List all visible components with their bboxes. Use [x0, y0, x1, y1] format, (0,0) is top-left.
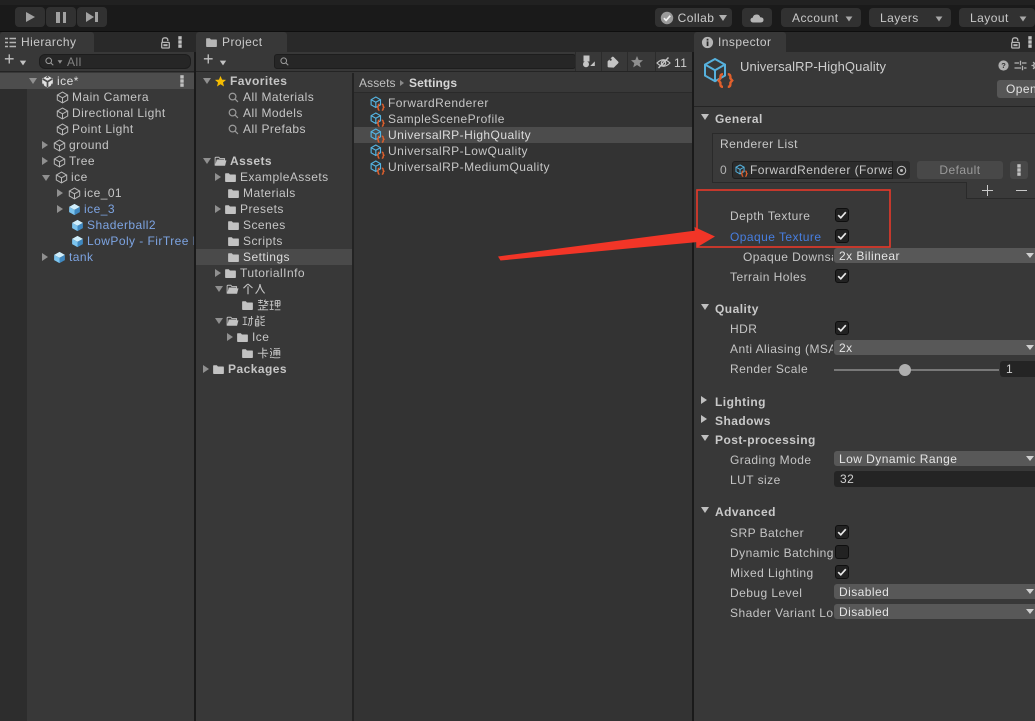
svg-text:?: ?: [1001, 61, 1006, 70]
